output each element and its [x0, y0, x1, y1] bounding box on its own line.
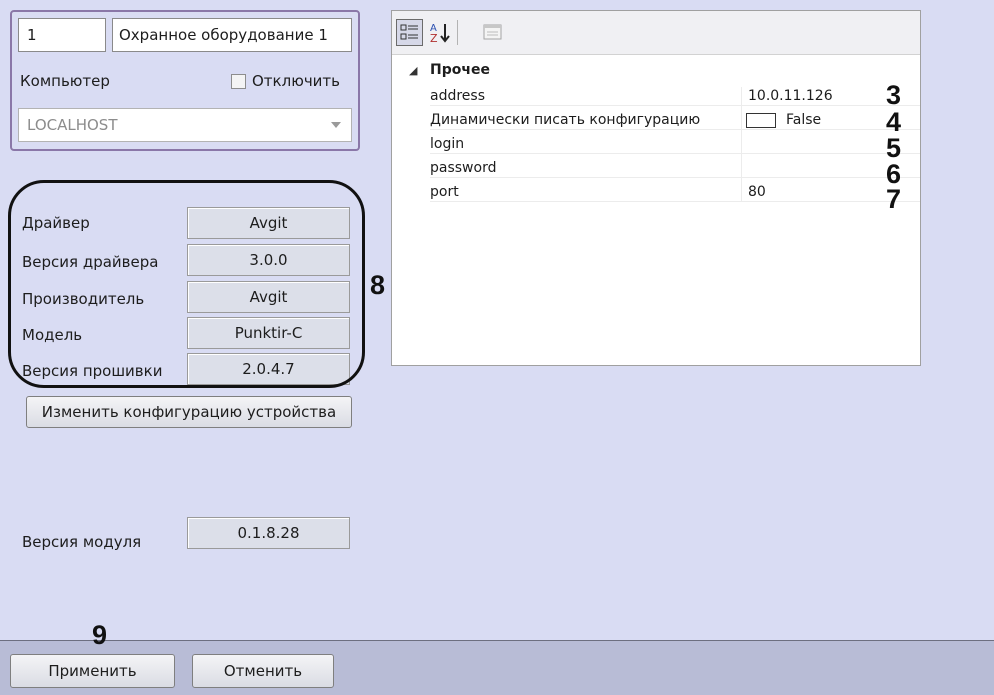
bool-toggle[interactable] — [746, 113, 776, 128]
annotation-4: 4 — [886, 107, 902, 137]
property-name: login — [430, 136, 465, 152]
computer-select[interactable]: LOCALHOST — [18, 108, 352, 142]
computer-label: Компьютер — [20, 72, 110, 90]
category-header: Прочее — [430, 62, 490, 78]
toolbar-separator — [457, 20, 458, 45]
collapse-triangle-icon[interactable]: ◢ — [409, 64, 417, 77]
column-divider — [741, 87, 742, 202]
highlight-oval — [8, 180, 365, 388]
annotation-8: 8 — [370, 270, 386, 300]
property-name: Динамически писать конфигурацию — [430, 112, 701, 128]
property-pages-icon — [483, 24, 502, 40]
property-toolbar — [392, 11, 920, 55]
grid-row-address[interactable]: address 10.0.11.126 — [430, 87, 920, 106]
cancel-button[interactable]: Отменить — [192, 654, 334, 688]
object-name-input[interactable]: Охранное оборудование 1 — [112, 18, 352, 52]
grid-row-port[interactable]: port 80 — [430, 183, 920, 202]
sort-alpha-button[interactable]: A Z — [426, 19, 453, 46]
property-pages-button[interactable] — [479, 19, 506, 46]
property-name: address — [430, 88, 486, 104]
property-value[interactable]: 10.0.11.126 — [748, 87, 833, 106]
grid-row-dynamic-config[interactable]: Динамически писать конфигурацию False — [430, 111, 920, 130]
chevron-down-icon — [331, 122, 341, 128]
apply-button[interactable]: Применить — [10, 654, 175, 688]
module-version-label: Версия модуля — [22, 533, 142, 551]
sort-az-icon: A Z — [430, 23, 450, 45]
grid-row-login[interactable]: login — [430, 135, 920, 154]
annotation-9: 9 — [92, 620, 108, 650]
grid-row-password[interactable]: password — [430, 159, 920, 178]
property-value[interactable]: 80 — [748, 183, 766, 202]
property-name: password — [430, 160, 497, 176]
annotation-6: 6 — [886, 159, 902, 189]
annotation-5: 5 — [886, 133, 902, 163]
object-id-input[interactable]: 1 — [18, 18, 106, 52]
disable-label: Отключить — [252, 72, 341, 90]
annotation-7: 7 — [886, 184, 902, 214]
property-name: port — [430, 184, 459, 200]
annotation-3: 3 — [886, 80, 902, 110]
change-config-button[interactable]: Изменить конфигурацию устройства — [26, 396, 352, 428]
disable-checkbox[interactable] — [231, 74, 246, 89]
categorized-icon — [400, 24, 418, 40]
categorized-view-button[interactable] — [396, 19, 423, 46]
svg-text:Z: Z — [430, 32, 438, 45]
property-value: False — [786, 112, 822, 128]
module-version-field: 0.1.8.28 — [187, 517, 350, 549]
